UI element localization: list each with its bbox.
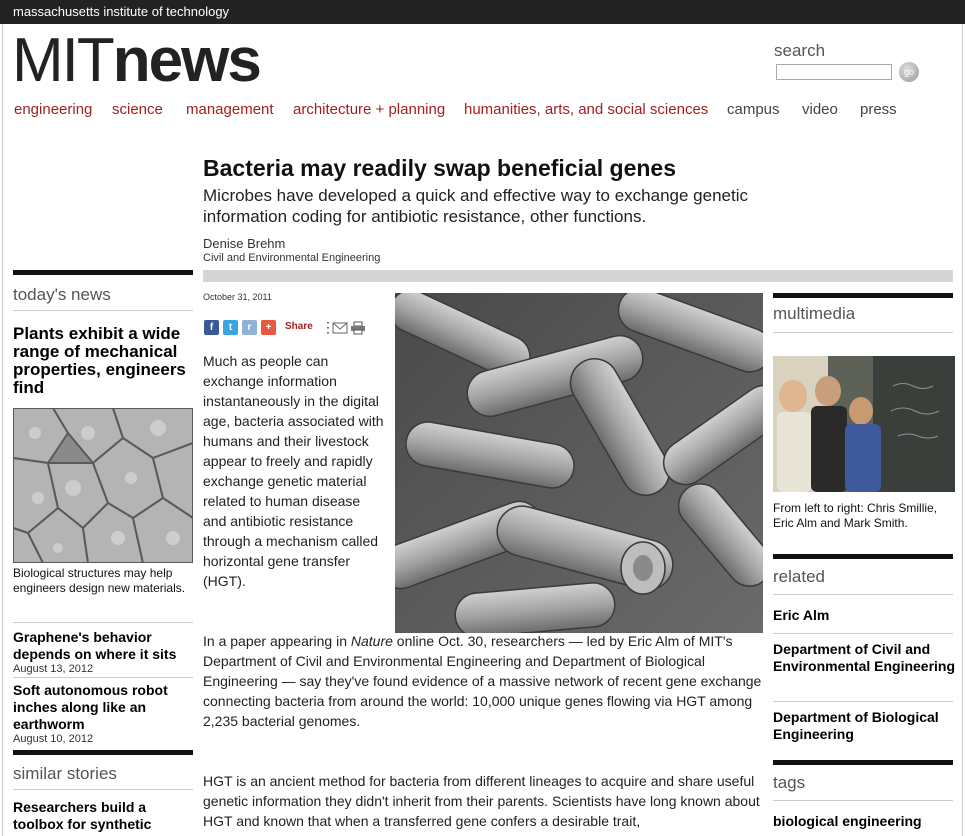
- logo-mit: MIT: [12, 26, 115, 95]
- print-icon[interactable]: [350, 321, 366, 335]
- related-heading: related: [773, 567, 825, 586]
- article-paragraph-3: HGT is an ancient method for bacteria fr…: [203, 773, 760, 829]
- facebook-icon[interactable]: f: [204, 320, 219, 335]
- nav-science[interactable]: science: [112, 101, 163, 118]
- article-dek: Microbes have developed a quick and effe…: [203, 186, 748, 226]
- nav-management[interactable]: management: [186, 101, 274, 118]
- related-divider: [773, 633, 953, 634]
- tags-rule: [773, 760, 953, 765]
- multimedia-divider: [773, 332, 953, 333]
- article-author: Denise Brehm: [203, 236, 286, 251]
- search-go-button[interactable]: go: [899, 62, 919, 82]
- addthis-icon[interactable]: +: [261, 320, 276, 335]
- related-divider: [773, 594, 953, 595]
- related-link-eric-alm[interactable]: Eric Alm: [773, 607, 958, 624]
- bacteria-micrograph-image[interactable]: [395, 293, 763, 633]
- institute-link[interactable]: massachusetts institute of technology: [13, 4, 229, 19]
- multimedia-rule: [773, 293, 953, 298]
- similar-stories-heading: similar stories: [13, 764, 117, 783]
- tags-divider: [773, 800, 953, 801]
- similar-story-title[interactable]: Researchers build a toolbox for syntheti…: [13, 799, 198, 833]
- lead-story-caption: Biological structures may help engineers…: [13, 566, 186, 595]
- reddit-icon[interactable]: r: [242, 320, 257, 335]
- top-bar: massachusetts institute of technology: [0, 0, 965, 24]
- share-label[interactable]: Share: [285, 321, 313, 332]
- related-divider: [773, 701, 953, 702]
- todays-news-rule: [13, 270, 193, 275]
- story-date: August 10, 2012: [13, 733, 94, 745]
- similar-stories-divider: [13, 789, 193, 790]
- para2-text-start: In a paper appearing in: [203, 633, 351, 649]
- nav-press[interactable]: press: [860, 101, 897, 118]
- twitter-icon[interactable]: t: [223, 320, 238, 335]
- tag-link[interactable]: biological engineering: [773, 813, 922, 829]
- para2-journal-name: Nature: [350, 633, 393, 649]
- related-rule: [773, 554, 953, 559]
- nav-humanities[interactable]: humanities, arts, and social sciences: [464, 101, 708, 118]
- lead-story-image[interactable]: [13, 408, 193, 563]
- similar-stories-rule: [13, 750, 193, 755]
- article-date: October 31, 2011: [203, 292, 272, 302]
- logo-news: news: [112, 26, 262, 95]
- story-title[interactable]: Soft autonomous robot inches along like …: [13, 682, 198, 733]
- multimedia-heading: multimedia: [773, 304, 856, 323]
- story-divider: [13, 622, 193, 623]
- nav-campus[interactable]: campus: [727, 101, 780, 118]
- related-link-bio-eng[interactable]: Department of Biological Engineering: [773, 709, 958, 743]
- tags-heading: tags: [773, 773, 806, 792]
- multimedia-caption: From left to right: Chris Smillie, Eric …: [773, 501, 938, 530]
- search-label: search: [774, 41, 826, 60]
- story-divider: [13, 677, 193, 678]
- article-paragraph-2: In a paper appearing in Nature online Oc…: [203, 631, 765, 731]
- article-divider: [203, 270, 953, 282]
- nav-architecture-planning[interactable]: architecture + planning: [293, 101, 445, 118]
- multimedia-photo[interactable]: [773, 356, 955, 492]
- email-icon[interactable]: [332, 321, 348, 335]
- article-headline: Bacteria may readily swap beneficial gen…: [203, 155, 677, 181]
- article-department: Civil and Environmental Engineering: [203, 252, 381, 264]
- lead-story-title[interactable]: Plants exhibit a wide range of mechanica…: [13, 325, 198, 397]
- nav-engineering[interactable]: engineering: [14, 101, 92, 118]
- related-link-civil-env-eng[interactable]: Department of Civil and Environmental En…: [773, 641, 958, 675]
- nav-video[interactable]: video: [802, 101, 838, 118]
- search-input[interactable]: [776, 64, 892, 80]
- todays-news-heading: today's news: [13, 285, 111, 304]
- story-date: August 13, 2012: [13, 663, 94, 675]
- mit-news-logo[interactable]: MITnews: [12, 30, 262, 92]
- story-title[interactable]: Graphene's behavior depends on where it …: [13, 629, 198, 663]
- article-paragraph-1: Much as people can exchange information …: [203, 353, 384, 589]
- todays-news-divider: [13, 310, 193, 311]
